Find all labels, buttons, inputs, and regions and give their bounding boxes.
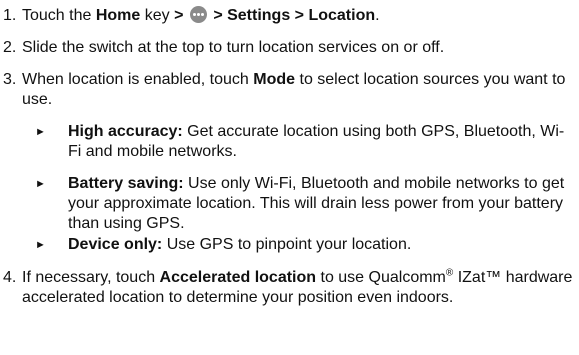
step-text-part: . (375, 7, 380, 24)
step-text: Slide the switch at the top to turn loca… (22, 39, 445, 56)
settings-location-path: > Settings > Location (208, 7, 376, 24)
step-text-part: Touch the (22, 7, 96, 24)
bullet-text: Battery saving: Use only Wi-Fi, Bluetoot… (68, 174, 577, 234)
accelerated-location-label: Accelerated location (159, 269, 317, 286)
step-number: 1. (3, 7, 17, 24)
bullet-marker-icon: ► (35, 239, 46, 251)
all-apps-menu-icon (189, 6, 207, 23)
home-key-label: Home (95, 7, 141, 24)
bullet-title: High accuracy: (68, 123, 183, 140)
step-number: 4. (3, 269, 17, 286)
bullet-marker-icon: ► (35, 126, 46, 138)
step-text-part: to use Qualcomm (316, 269, 446, 286)
bullet-marker-icon: ► (35, 178, 46, 190)
step-text-part: key (140, 7, 175, 24)
bullet-text: High accuracy: Get accurate location usi… (68, 122, 577, 162)
bullet-description: Use GPS to pinpoint your location. (162, 236, 412, 253)
mode-label: Mode (253, 71, 296, 88)
bullet-title: Battery saving: (68, 175, 184, 192)
bullet-title: Device only: (68, 236, 163, 253)
step-text-part: When location is enabled, touch (22, 71, 254, 88)
step-text-part (183, 7, 187, 24)
step-text: If necessary, touch Accelerated location… (22, 268, 577, 308)
step-number: 3. (3, 71, 17, 88)
step-text: Touch the Home key > > Settings > Locati… (22, 6, 577, 26)
instructions-page: 1. Touch the Home key > > Settings > Loc… (0, 0, 579, 355)
step-text: When location is enabled, touch Mode to … (22, 70, 577, 110)
step-number: 2. (3, 39, 17, 56)
step-text-part: If necessary, touch (22, 269, 160, 286)
bullet-text: Device only: Use GPS to pinpoint your lo… (68, 235, 577, 255)
